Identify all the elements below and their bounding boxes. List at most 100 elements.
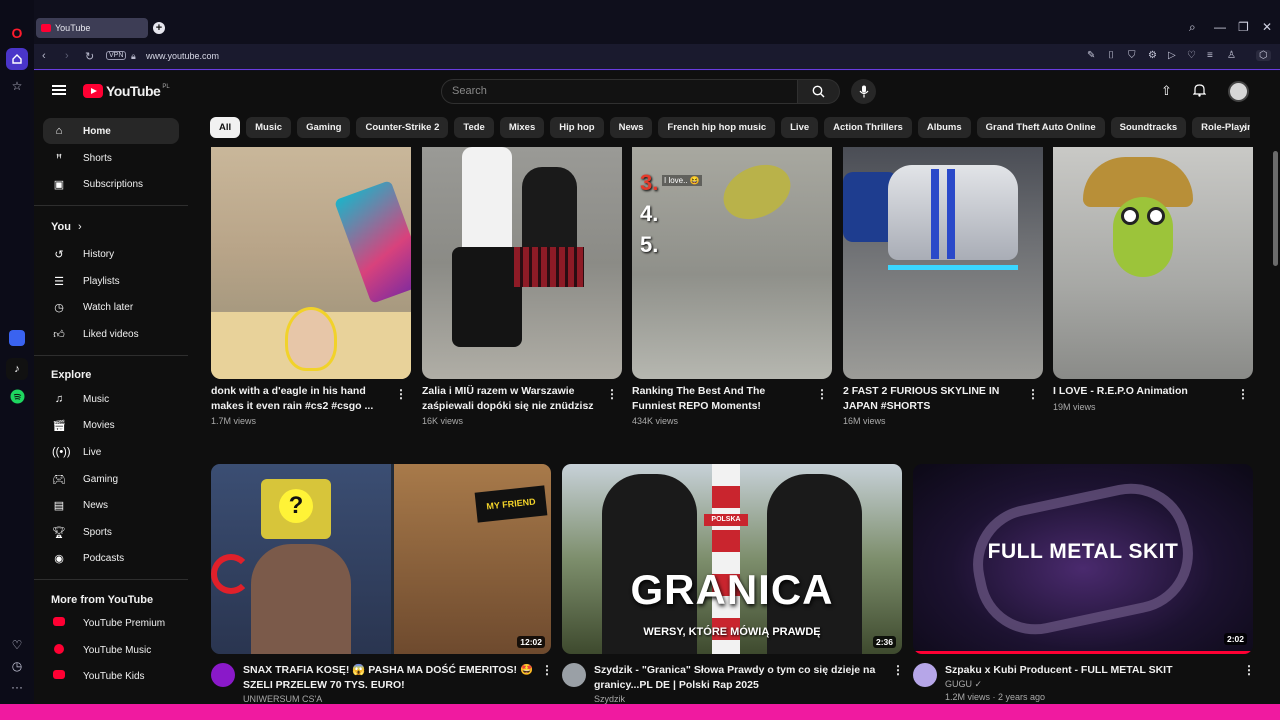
channel-name[interactable]: GUGU ✓ [945,679,982,690]
sidebar-item-news[interactable]: ▤ News [43,492,179,518]
sidebar-item-subscriptions[interactable]: ▣ Subscriptions [43,171,179,197]
more-options-icon[interactable]: ⋮ [541,663,553,677]
sidebar-item-liked-videos[interactable]: 👍︎ Liked videos [43,321,179,347]
channel-name[interactable]: UNIWERSUM CS'A [243,694,322,704]
heart-outline-icon[interactable]: ♡ [1187,50,1196,61]
short-thumbnail[interactable] [843,147,1043,379]
restore-icon[interactable]: ❐ [1238,20,1249,34]
profile-icon[interactable]: ♙ [1227,50,1236,61]
more-options-icon[interactable]: ⋮ [1243,663,1255,677]
sidebar-item-music[interactable]: ♫ Music [43,386,179,412]
tab-youtube[interactable]: YouTube [36,18,148,38]
sidebar-item-home[interactable]: ⌂ Home [43,118,179,144]
camera-icon[interactable]: ⌷ [1108,50,1114,61]
vpn-badge[interactable]: VPN [106,51,127,60]
sidebar-item-shorts[interactable]: ꟸ Shorts [43,145,179,171]
youtube-logo[interactable]: YouTube PL [83,83,170,99]
video-card[interactable]: POLSKA GRANICA WERSY, KTÓRE MÓWIĄ PRAWDĘ… [562,464,904,704]
minimize-icon[interactable]: — [1214,20,1226,34]
chip[interactable]: French hip hop music [658,117,776,138]
chip[interactable]: Live [781,117,819,138]
chip[interactable]: Mixes [499,117,545,138]
spotify-icon[interactable] [6,385,28,407]
hamburger-menu-icon[interactable] [52,85,66,95]
sidebar-item-youtube-music[interactable]: YouTube Music [43,637,179,663]
reload-icon[interactable]: ↻ [85,50,94,63]
short-thumbnail[interactable] [1053,147,1253,379]
short-thumbnail[interactable] [422,147,622,379]
sidebar-item-history[interactable]: ↺ History [43,241,179,267]
video-thumbnail[interactable]: FULL METAL SKIT 2:02 [913,464,1253,654]
chip[interactable]: Tede [454,117,494,138]
avatar[interactable] [1228,81,1249,102]
video-title[interactable]: Szydzik - "Granica" Słowa Prawdy o tym c… [594,663,890,693]
lock-icon[interactable]: 🔒︎ [131,51,136,62]
play-icon[interactable]: ▷ [1168,50,1176,61]
chip[interactable]: Action Thrillers [824,117,912,138]
close-icon[interactable]: ✕ [1262,20,1272,34]
sidebar-item-watch-later[interactable]: ◷ Watch later [43,294,179,320]
chip[interactable]: Role-Playing Games [1192,117,1250,138]
sidebar-item-live[interactable]: ((•)) Live [43,439,179,465]
chip[interactable]: Gaming [297,117,351,138]
home-icon[interactable] [6,48,28,70]
aria-icon[interactable] [9,330,25,346]
sidebar-item-playlists[interactable]: ☰ Playlists [43,268,179,294]
video-title[interactable]: Szpaku x Kubi Producent - FULL METAL SKI… [945,663,1241,678]
url-field[interactable]: www.youtube.com [146,51,219,61]
more-options-icon[interactable]: ⋮ [1237,387,1249,401]
chip[interactable]: News [609,117,653,138]
video-card[interactable]: ? MY FRIEND 12:02 SNAX TRAFIA KOSĘ! 😱 PA… [211,464,553,704]
sidebar-item-movies[interactable]: 🎬︎ Movies [43,412,179,438]
easy-setup-icon[interactable]: ⬡ [1256,50,1271,61]
short-title[interactable]: I LOVE - R.E.P.O Animation [1053,384,1225,399]
chip[interactable]: Music [246,117,292,138]
new-tab-button[interactable]: + [153,22,165,34]
search-input[interactable]: Search [441,79,798,104]
short-card[interactable]: 2 FAST 2 FURIOUS SKYLINE IN JAPAN #SHORT… [843,147,1043,426]
channel-avatar[interactable] [562,663,586,687]
more-options-icon[interactable]: ⋮ [816,387,828,401]
back-icon[interactable]: ‹ [42,50,46,62]
history-clock-icon[interactable]: ◷ [6,655,28,677]
more-options-icon[interactable]: ⋮ [892,663,904,677]
short-card[interactable]: Zalia i MIÜ razem w Warszawie zaśpiewali… [422,147,622,426]
chip[interactable]: Hip hop [550,117,604,138]
pinboard-icon[interactable]: ☆ [6,75,28,97]
short-title[interactable]: Zalia i MIÜ razem w Warszawie zaśpiewali… [422,384,594,414]
tiktok-icon[interactable]: ♪ [6,358,28,380]
sidebar-item-sports[interactable]: 🏆︎ Sports [43,519,179,545]
search-tabs-icon[interactable]: ⌕ [1189,20,1196,35]
extension-icon[interactable]: ⚙ [1148,50,1157,61]
video-thumbnail[interactable]: ? MY FRIEND 12:02 [211,464,551,654]
channel-name[interactable]: Szydzik [594,694,625,704]
sidebar-item-podcasts[interactable]: ◉ Podcasts [43,545,179,571]
short-thumbnail[interactable]: 3. 4. 5. I love.. 😆 [632,147,832,379]
short-thumbnail[interactable] [211,147,411,379]
short-title[interactable]: Ranking The Best And The Funniest REPO M… [632,384,804,414]
edit-icon[interactable]: ✎ [1087,50,1095,61]
opera-logo-icon[interactable]: O [6,22,28,44]
video-thumbnail[interactable]: POLSKA GRANICA WERSY, KTÓRE MÓWIĄ PRAWDĘ… [562,464,902,654]
short-title[interactable]: 2 FAST 2 FURIOUS SKYLINE IN JAPAN #SHORT… [843,384,1015,414]
chip[interactable]: Grand Theft Auto Online [976,117,1105,138]
chip[interactable]: Soundtracks [1110,117,1187,138]
video-card[interactable]: FULL METAL SKIT 2:02 Szpaku x Kubi Produ… [913,464,1255,702]
search-button[interactable] [798,79,840,104]
chip-all[interactable]: All [210,117,241,138]
more-options-icon[interactable]: ⋮ [1027,387,1039,401]
upload-icon[interactable]: ⇧ [1161,83,1172,99]
sidebar-item-gaming[interactable]: 🎮︎ Gaming [43,466,179,492]
more-dots-icon[interactable]: ··· [6,676,28,698]
channel-avatar[interactable] [913,663,937,687]
more-options-icon[interactable]: ⋮ [606,387,618,401]
channel-avatar[interactable] [211,663,235,687]
short-card[interactable]: donk with a d'eagle in his hand makes it… [211,147,411,426]
sidebar-item-youtube-premium[interactable]: YouTube Premium [43,610,179,636]
forward-icon[interactable]: › [65,50,69,62]
bell-icon[interactable] [1192,83,1207,100]
menu-lines-icon[interactable]: ≡ [1207,50,1213,61]
chevron-right-icon[interactable]: › [1243,121,1247,135]
short-card[interactable]: 3. 4. 5. I love.. 😆 Ranking The Best And… [632,147,832,426]
video-title[interactable]: SNAX TRAFIA KOSĘ! 😱 PASHA MA DOŚĆ EMERIT… [243,663,539,693]
